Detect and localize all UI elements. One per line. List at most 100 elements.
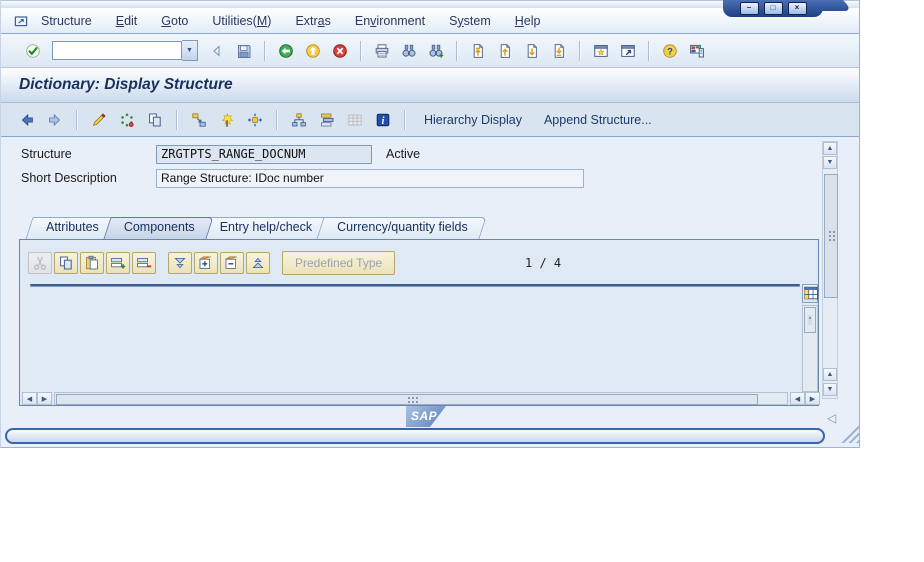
table-settings-icon[interactable] [802,284,818,303]
insert-row-icon [110,255,126,271]
paste-button[interactable] [80,252,104,274]
short-description-field[interactable]: Range Structure: IDoc number [156,169,584,188]
refresh-button[interactable] [115,108,139,132]
cancel-button[interactable] [328,39,352,63]
menu-item-help[interactable]: Help [515,14,541,28]
copy-rows-button[interactable] [54,252,78,274]
maximize-button[interactable]: □ [764,2,783,15]
tab-currency-quantity-fields[interactable]: Currency/quantity fields [320,217,483,239]
structure-field[interactable]: ZRGTPTS_RANGE_DOCNUM [156,145,372,164]
object-list-icon [319,112,335,128]
system-menu-icon[interactable] [13,13,29,29]
short-description-label: Short Description [21,169,117,188]
activate-button[interactable] [215,108,239,132]
menu-item-goto[interactable]: Goto [161,14,188,28]
hierarchy-button[interactable] [287,108,311,132]
nav-back-icon [19,112,35,128]
components-panel: Predefined Type 1 / 4 ◀ ▶ ◀ ▶ [19,239,819,406]
paste-icon [84,255,100,271]
create-shortcut-button[interactable] [616,39,640,63]
table-scrollbar-thumb[interactable] [804,307,816,333]
cut-icon [32,255,48,271]
object-list-button[interactable] [315,108,339,132]
command-dropdown-icon[interactable]: ▼ [182,40,198,61]
toolbar-separator [456,41,458,61]
save-button[interactable] [232,39,256,63]
scroll-right-end-icon[interactable]: ▶ [805,392,820,405]
previous-page-button[interactable] [493,39,517,63]
menu-item-edit[interactable]: Edit [116,14,138,28]
double-chevron-down-button[interactable] [168,252,192,274]
last-page-button[interactable] [547,39,571,63]
cancel-icon [332,43,348,59]
hscroll-track[interactable] [54,392,788,405]
find-next-button[interactable] [424,39,448,63]
menu-item-utilities-m[interactable]: Utilities(M) [212,14,271,28]
table-contents-button[interactable] [343,108,367,132]
window-plus-button[interactable] [194,252,218,274]
new-session-icon [593,43,609,59]
copy-icon [147,112,163,128]
back-button[interactable] [274,39,298,63]
predefined-type-button[interactable]: Predefined Type [282,251,395,275]
close-button[interactable]: × [788,2,807,15]
cut-button[interactable] [28,252,52,274]
nav-forward-button[interactable] [43,108,67,132]
window-plus-icon [198,255,214,271]
first-page-button[interactable] [466,39,490,63]
position-indicator: 1 / 4 [525,256,561,270]
toolbar-separator [579,41,581,61]
collapse-command-button[interactable] [205,39,229,63]
scroll-down-bottom-icon[interactable]: ▼ [823,383,837,396]
create-shortcut-icon [620,43,636,59]
help-button[interactable]: ? [658,39,682,63]
minimize-button[interactable]: – [740,2,759,15]
hscroll-thumb[interactable] [56,394,758,405]
scroll-down-icon[interactable]: ▼ [823,156,837,169]
table-horizontal-scrollbar: ◀ ▶ ◀ ▶ [22,392,818,406]
next-page-button[interactable] [520,39,544,63]
scroll-up-bottom-icon[interactable]: ▲ [823,368,837,381]
insert-row-button[interactable] [106,252,130,274]
command-input[interactable] [52,41,182,60]
find-button[interactable] [397,39,421,63]
hierarchy-display-button[interactable]: Hierarchy Display [424,113,522,127]
exit-button[interactable] [301,39,325,63]
display-change-button[interactable] [87,108,111,132]
collapse-statusbar-icon[interactable]: ◁ [827,411,836,425]
customize-layout-button[interactable] [685,39,709,63]
double-chevron-up-button[interactable] [246,252,270,274]
print-button[interactable] [370,39,394,63]
copy-button[interactable] [143,108,167,132]
tab-entry-help-check[interactable]: Entry help/check [203,217,327,239]
info-icon: i [375,112,391,128]
navigate-button[interactable] [243,108,267,132]
tab-components[interactable]: Components [107,217,210,239]
enter-button[interactable] [21,39,45,63]
application-toolbar: i Hierarchy Display Append Structure... [1,103,859,137]
table-contents-icon [347,112,363,128]
menu-item-system[interactable]: System [449,14,491,28]
delete-row-button[interactable] [132,252,156,274]
window-minus-button[interactable] [220,252,244,274]
menu-item-environment[interactable]: Environment [355,14,425,28]
resize-grip[interactable] [841,425,859,443]
scroll-left-end-icon[interactable]: ◀ [790,392,805,405]
scroll-right-icon[interactable]: ▶ [37,392,52,405]
append-structure-button[interactable]: Append Structure... [544,113,652,127]
standard-toolbar: ▼? [1,34,859,68]
display-change-icon [91,112,107,128]
info-button[interactable]: i [371,108,395,132]
where-used-button[interactable] [187,108,211,132]
scroll-left-icon[interactable]: ◀ [22,392,37,405]
table-scrollbar-track[interactable] [802,305,818,392]
nav-back-button[interactable] [15,108,39,132]
tab-attributes[interactable]: Attributes [29,217,114,239]
menu-item-extras[interactable]: Extras [295,14,330,28]
menu-item-structure[interactable]: Structure [41,14,92,28]
new-session-button[interactable] [589,39,613,63]
navigate-icon [247,112,263,128]
double-chevron-down-icon [172,255,188,271]
main-scrollbar-thumb[interactable] [824,174,838,298]
scroll-up-icon[interactable]: ▲ [823,142,837,155]
